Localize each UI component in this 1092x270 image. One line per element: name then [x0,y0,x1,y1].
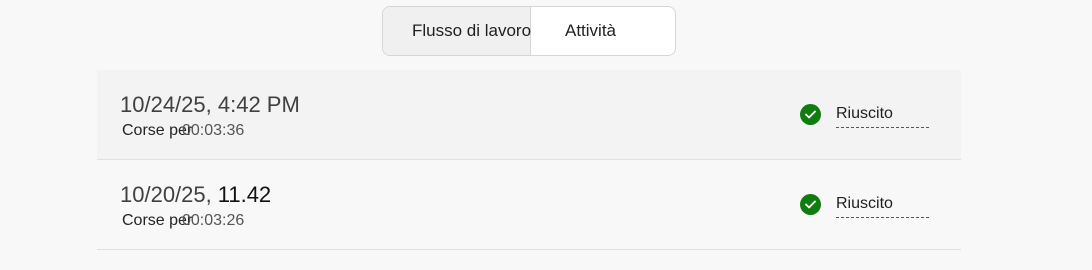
run-timestamp: 10/24/25, 4:42 PM [120,92,300,118]
run-date: 10/20/25, [120,182,212,207]
run-time: 11.42 [217,182,272,207]
run-history-list: 10/24/25, 4:42 PM Corse per 00:03:36 Riu… [97,70,961,250]
tab-activity[interactable]: Attività [531,7,675,55]
status-label: Riuscito [836,195,929,218]
status-label: Riuscito [836,105,929,128]
view-switcher: Flusso di lavoro Attività [382,6,676,56]
run-details: Corse per 00:03:26 [122,212,244,230]
tab-workflow[interactable]: Flusso di lavoro [383,7,531,55]
checkmark-circle-icon [800,194,821,215]
run-date-time: 10/24/25, 4:42 PM [120,92,300,117]
run-status[interactable]: Riuscito [800,194,929,218]
run-row[interactable]: 10/24/25, 4:42 PM Corse per 00:03:36 Riu… [97,70,961,160]
run-details: Corse per 00:03:36 [122,122,244,140]
run-duration: 00:03:36 [182,122,245,139]
run-duration: 00:03:26 [182,212,245,229]
run-status[interactable]: Riuscito [800,104,929,128]
run-timestamp: 10/20/25, 11.42 [120,182,271,208]
run-row[interactable]: 10/20/25, 11.42 Corse per 00:03:26 Riusci… [97,160,961,250]
checkmark-circle-icon [800,104,821,125]
